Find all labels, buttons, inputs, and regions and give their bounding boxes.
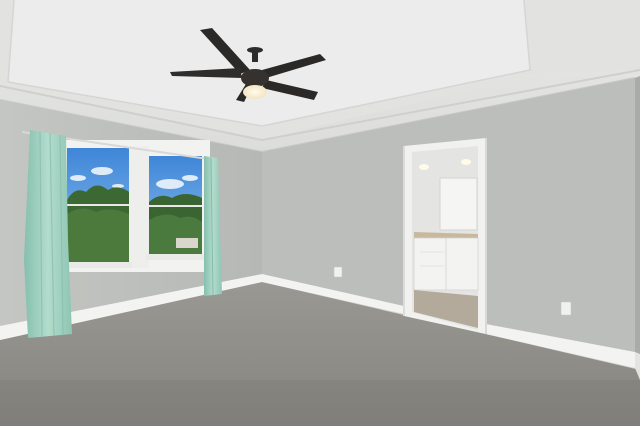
- window: [60, 140, 210, 272]
- floor-shadow: [0, 380, 640, 426]
- left-curtain: [24, 130, 72, 338]
- room-scene: [0, 0, 640, 426]
- fan-light: [243, 85, 267, 99]
- bathroom-doorway: [403, 138, 487, 334]
- room-photo: [0, 0, 640, 426]
- right-wall: [635, 76, 640, 380]
